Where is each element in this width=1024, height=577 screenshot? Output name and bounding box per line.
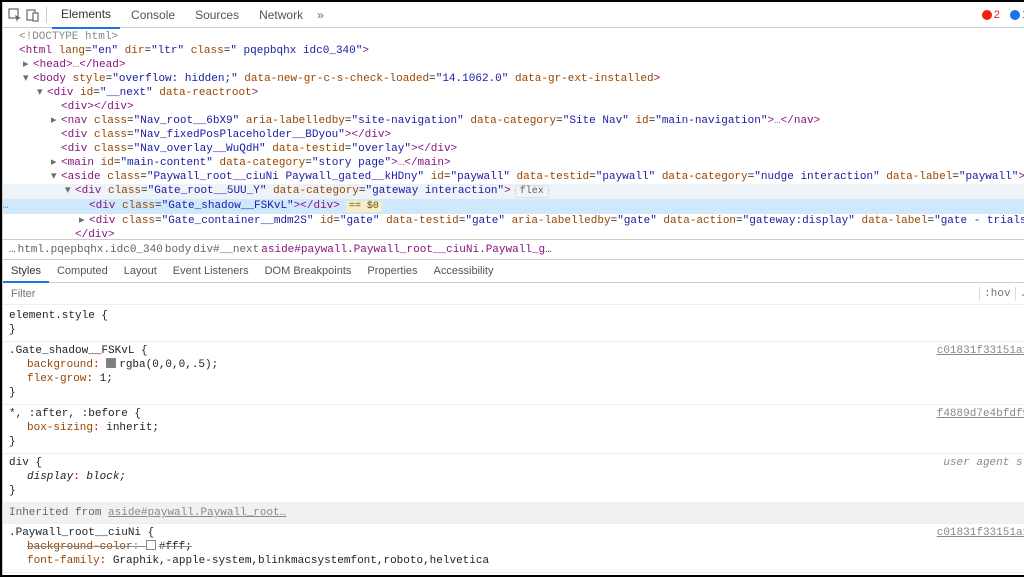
doctype: <!DOCTYPE html>: [19, 31, 118, 43]
crumb-ellipsis[interactable]: …: [9, 244, 16, 256]
close-div-node[interactable]: </div>: [3, 228, 1024, 239]
gate-shadow-node[interactable]: …<div class="Gate_shadow__FSKvL"></div>=…: [3, 199, 1024, 214]
color-swatch[interactable]: [146, 540, 156, 550]
selector-element-style: element.style {: [9, 310, 108, 322]
tab-elements[interactable]: Elements: [52, 1, 120, 29]
styles-tab-styles[interactable]: Styles: [3, 261, 49, 283]
warning-badge[interactable]: 1: [1006, 8, 1024, 22]
rule-paywall-root[interactable]: c01831f33151a1d9.css:1 .Paywall_root__ci…: [3, 524, 1024, 573]
styles-tab-computed[interactable]: Computed: [49, 261, 116, 281]
styles-tab-layout[interactable]: Layout: [116, 261, 165, 281]
crumb-aside[interactable]: aside#paywall.Paywall_root__ciuNi.Paywal…: [261, 244, 551, 256]
selector-paywall-root: .Paywall_root__ciuNi {: [9, 527, 154, 539]
html-node[interactable]: <html lang="en" dir="ltr" class=" pqepbq…: [3, 44, 1024, 58]
gate-root-node[interactable]: ▾<div class="Gate_root__5UU_Y" data-cate…: [3, 184, 1024, 199]
nav-node[interactable]: ▸<nav class="Nav_root__6bX9" aria-labell…: [3, 114, 1024, 128]
next-node[interactable]: ▾<div id="__next" data-reactroot>: [3, 86, 1024, 100]
flex-badge: flex: [515, 185, 549, 198]
aside-node[interactable]: ▾<aside class="Paywall_root__ciuNi Paywa…: [3, 170, 1024, 184]
main-node[interactable]: ▸<main id="main-content" data-category="…: [3, 156, 1024, 170]
selector-universal: *, :after, :before {: [9, 408, 141, 420]
crumb-next[interactable]: div#__next: [193, 244, 259, 256]
rule-element-style[interactable]: element.style { }: [3, 307, 1024, 342]
devtools-toolbar: Elements Console Sources Network » 2 1 ⋮: [3, 2, 1024, 28]
cls-toggle[interactable]: .cls: [1015, 287, 1024, 301]
hov-toggle[interactable]: :hov: [979, 287, 1014, 301]
error-badge[interactable]: 2: [978, 8, 1004, 22]
styles-toolbar: Styles Computed Layout Event Listeners D…: [3, 259, 1024, 283]
elements-tree[interactable]: <!DOCTYPE html> <html lang="en" dir="ltr…: [3, 28, 1024, 239]
gate-container-node[interactable]: ▸<div class="Gate_container__mdm2S" id="…: [3, 214, 1024, 228]
inherited-from: Inherited from aside#paywall.Paywall_roo…: [3, 503, 1024, 524]
selector-div: div {: [9, 457, 42, 469]
body-node[interactable]: ▾<body style="overflow: hidden;" data-ne…: [3, 72, 1024, 86]
source-link[interactable]: f4889d7e4bfdf9b3.css:2: [937, 407, 1024, 421]
ua-stylesheet-label: user agent stylesheet: [943, 456, 1024, 470]
crumb-body[interactable]: body: [165, 244, 191, 256]
empty-div-node[interactable]: <div></div>: [3, 100, 1024, 114]
selected-indicator: == $0: [346, 201, 382, 212]
source-link[interactable]: c01831f33151a1d9.css:1: [937, 526, 1024, 540]
overlay-node[interactable]: <div class="Nav_overlay__WuQdH" data-tes…: [3, 142, 1024, 156]
tab-network[interactable]: Network: [250, 2, 312, 28]
styles-tab-a11y[interactable]: Accessibility: [426, 261, 502, 281]
inherited-link[interactable]: aside#paywall.Paywall_root…: [108, 507, 286, 519]
tab-sources[interactable]: Sources: [186, 2, 248, 28]
rule-gate-shadow[interactable]: c01831f33151a1d9.css:1 .Gate_shadow__FSK…: [3, 342, 1024, 405]
rule-div-ua[interactable]: user agent stylesheet div { display: blo…: [3, 454, 1024, 503]
styles-filter-input[interactable]: [7, 286, 979, 302]
styles-tab-listeners[interactable]: Event Listeners: [165, 261, 257, 281]
source-link[interactable]: c01831f33151a1d9.css:1: [937, 344, 1024, 358]
selector-gate-shadow: .Gate_shadow__FSKvL {: [9, 345, 148, 357]
error-count: 2: [994, 9, 1000, 21]
crumb-html[interactable]: html.pqepbqhx.idc0_340: [18, 244, 163, 256]
tabs-overflow[interactable]: »: [317, 8, 324, 22]
styles-tab-dombp[interactable]: DOM Breakpoints: [257, 261, 360, 281]
color-swatch[interactable]: [106, 358, 116, 368]
styles-tab-props[interactable]: Properties: [359, 261, 425, 281]
device-toggle-icon[interactable]: [25, 7, 41, 23]
inspect-icon[interactable]: [7, 7, 23, 23]
breadcrumb[interactable]: … html.pqepbqhx.idc0_340 body div#__next…: [3, 239, 1024, 259]
devtools-panel: Elements Console Sources Network » 2 1 ⋮…: [2, 2, 1024, 575]
rule-universal[interactable]: f4889d7e4bfdf9b3.css:2 *, :after, :befor…: [3, 405, 1024, 454]
styles-pane[interactable]: element.style { } c01831f33151a1d9.css:1…: [3, 305, 1024, 575]
nav-placeholder-node[interactable]: <div class="Nav_fixedPosPlaceholder__BDy…: [3, 128, 1024, 142]
tab-console[interactable]: Console: [122, 2, 184, 28]
head-node[interactable]: ▸<head>…</head>: [3, 58, 1024, 72]
styles-filter-row: :hov .cls +: [3, 283, 1024, 305]
